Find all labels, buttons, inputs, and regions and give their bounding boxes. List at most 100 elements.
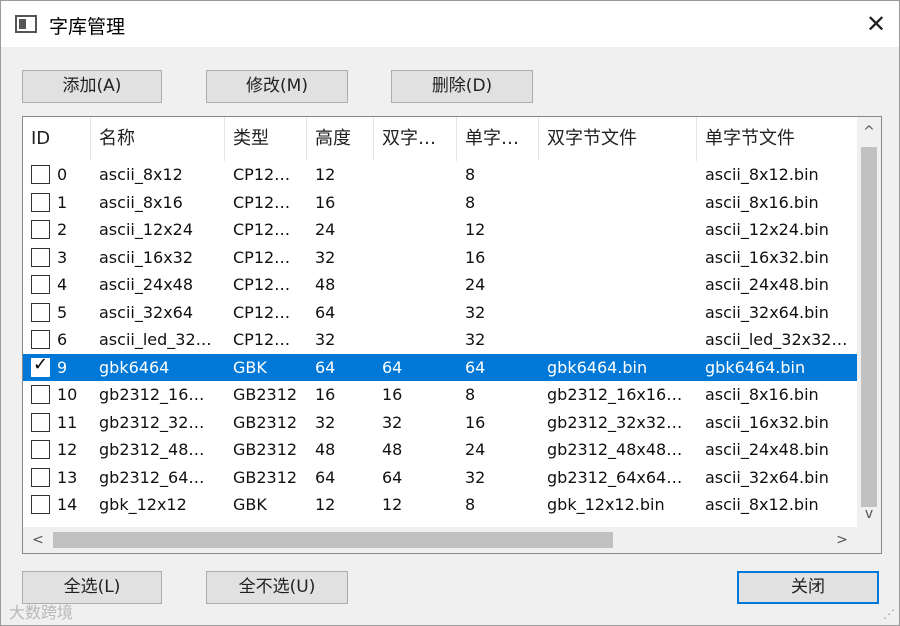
- column-header-height[interactable]: 高度: [307, 117, 374, 161]
- cell-sbcs-file: gbk6464.bin: [705, 357, 806, 377]
- cell-height: 12: [315, 495, 336, 514]
- cell-sbcs: 8: [465, 495, 476, 514]
- row-checkbox[interactable]: [31, 247, 50, 267]
- cell-height: 24: [315, 220, 336, 239]
- cell-sbcs: 32: [465, 302, 486, 322]
- font-list[interactable]: ID 名称 类型 高度 双字… 单字… 双字节文件 单字节文件 0 ascii_8…: [22, 116, 882, 554]
- column-header-dbcs[interactable]: 双字…: [374, 117, 457, 161]
- column-header-name[interactable]: 名称: [91, 117, 225, 161]
- row-checkbox[interactable]: [31, 467, 50, 487]
- cell-dbcs-file: [539, 271, 697, 299]
- resize-grip-icon[interactable]: ⋰: [883, 607, 895, 621]
- table-row[interactable]: 6 ascii_led_32… CP12… 32 32 ascii_led_32x32…: [23, 326, 857, 354]
- cell-type: CP12…: [233, 192, 291, 212]
- cell-sbcs-file: ascii_8x12.bin: [705, 495, 819, 514]
- cell-sbcs: 12: [465, 220, 486, 239]
- cell-id: 5: [57, 302, 68, 322]
- row-checkbox[interactable]: [31, 220, 50, 239]
- cell-dbcs: [374, 299, 457, 327]
- column-header-sbcs[interactable]: 单字…: [457, 117, 539, 161]
- cell-type: GBK: [233, 495, 267, 514]
- table-row[interactable]: 3 ascii_16x32 CP12… 32 16 ascii_16x32.bin: [23, 244, 857, 272]
- table-row[interactable]: 0 ascii_8x12 CP12… 12 8 ascii_8x12.bin: [23, 161, 857, 189]
- cell-height: 64: [315, 467, 336, 487]
- cell-sbcs: 24: [465, 275, 486, 294]
- cell-sbcs: 32: [465, 467, 486, 487]
- table-row[interactable]: 14 gbk_12x12 GBK 12 12 8 gbk_12x12.bin ascii_8x…: [23, 491, 857, 519]
- cell-sbcs-file: ascii_24x48.bin: [705, 275, 829, 294]
- cell-dbcs-file: gbk_12x12.bin: [547, 495, 665, 514]
- row-checkbox[interactable]: [31, 330, 50, 349]
- cell-sbcs: 8: [465, 192, 476, 212]
- row-checkbox[interactable]: [31, 440, 50, 459]
- row-checkbox[interactable]: [31, 165, 50, 184]
- cell-dbcs: 64: [382, 467, 403, 487]
- table-row[interactable]: 11 gb2312_32… GB2312 32 32 16 gb2312_32x32… asc…: [23, 409, 857, 437]
- cell-sbcs: 16: [465, 412, 486, 432]
- cell-height: 12: [315, 165, 336, 184]
- select-none-button[interactable]: 全不选(U): [206, 571, 348, 604]
- scroll-down-icon[interactable]: v: [857, 501, 881, 527]
- table-row[interactable]: 2 ascii_12x24 CP12… 24 12 ascii_12x24.bin: [23, 216, 857, 244]
- cell-dbcs: 16: [382, 385, 403, 404]
- cell-sbcs: 16: [465, 247, 486, 267]
- vertical-scroll-thumb[interactable]: [861, 147, 877, 507]
- cell-height: 48: [315, 275, 336, 294]
- edit-button[interactable]: 修改(M): [206, 70, 348, 103]
- row-checkbox[interactable]: [31, 192, 50, 212]
- row-checkbox[interactable]: [31, 275, 50, 294]
- cell-height: 16: [315, 385, 336, 404]
- cell-height: 64: [315, 357, 336, 377]
- table-row[interactable]: ✓ 9 gbk6464 GBK 64 64 64 gbk6464.bin gbk6464.bin: [23, 353, 857, 381]
- cell-dbcs-file: [539, 326, 697, 354]
- table-row[interactable]: 4 ascii_24x48 CP12… 48 24 ascii_24x48.bin: [23, 271, 857, 299]
- cell-height: 32: [315, 412, 336, 432]
- table-row[interactable]: 10 gb2312_16… GB2312 16 16 8 gb2312_16x16… asci…: [23, 381, 857, 409]
- scroll-left-icon[interactable]: <: [25, 527, 51, 553]
- column-header-type[interactable]: 类型: [225, 117, 307, 161]
- cell-type: CP12…: [233, 330, 291, 349]
- cell-type: CP12…: [233, 165, 291, 184]
- vertical-scrollbar[interactable]: ^ v: [857, 117, 881, 527]
- cell-type: CP12…: [233, 247, 291, 267]
- row-checkbox[interactable]: [31, 412, 50, 432]
- row-checkbox[interactable]: [31, 495, 50, 514]
- cell-sbcs-file: ascii_32x64.bin: [705, 302, 829, 322]
- horizontal-scrollbar[interactable]: < >: [23, 527, 857, 553]
- cell-id: 2: [57, 220, 68, 239]
- cell-name: gbk_12x12: [99, 495, 187, 514]
- add-button[interactable]: 添加(A): [22, 70, 162, 103]
- cell-id: 11: [57, 412, 78, 432]
- cell-type: GB2312: [233, 467, 298, 487]
- horizontal-scroll-thumb[interactable]: [53, 532, 613, 548]
- row-checkbox[interactable]: [31, 302, 50, 322]
- cell-id: 6: [57, 330, 68, 349]
- row-checkbox[interactable]: [31, 385, 50, 404]
- window-title: 字库管理: [49, 16, 126, 38]
- cell-name: ascii_32x64: [99, 302, 194, 322]
- cell-id: 0: [57, 165, 68, 184]
- column-header-id[interactable]: ID: [23, 117, 91, 161]
- cell-name: gbk6464: [99, 357, 170, 377]
- table-row[interactable]: 12 gb2312_48… GB2312 48 48 24 gb2312_48x48… asc…: [23, 436, 857, 464]
- scroll-right-icon[interactable]: >: [829, 527, 855, 553]
- cell-type: GB2312: [233, 440, 298, 459]
- list-header: ID 名称 类型 高度 双字… 单字… 双字节文件 单字节文件: [23, 117, 857, 161]
- delete-button[interactable]: 删除(D): [391, 70, 533, 103]
- scroll-up-icon[interactable]: ^: [857, 119, 881, 145]
- column-header-dbcs-file[interactable]: 双字节文件: [539, 117, 697, 161]
- row-checkbox[interactable]: ✓: [31, 353, 50, 377]
- table-row[interactable]: 5 ascii_32x64 CP12… 64 32 ascii_32x64.bin: [23, 299, 857, 327]
- table-row[interactable]: 13 gb2312_64… GB2312 64 64 32 gb2312_64x64… asc…: [23, 464, 857, 492]
- checkmark-icon: ✓: [33, 353, 49, 375]
- close-icon[interactable]: ✕: [861, 9, 891, 39]
- close-button[interactable]: 关闭: [737, 571, 879, 604]
- cell-dbcs: [374, 244, 457, 272]
- cell-height: 64: [315, 302, 336, 322]
- cell-dbcs-file: gb2312_32x32…: [547, 412, 683, 432]
- cell-dbcs: [374, 161, 457, 189]
- column-header-sbcs-file[interactable]: 单字节文件: [697, 117, 857, 161]
- table-row[interactable]: 1 ascii_8x16 CP12… 16 8 ascii_8x16.bin: [23, 189, 857, 217]
- cell-name: ascii_8x16: [99, 192, 183, 212]
- cell-dbcs: [374, 271, 457, 299]
